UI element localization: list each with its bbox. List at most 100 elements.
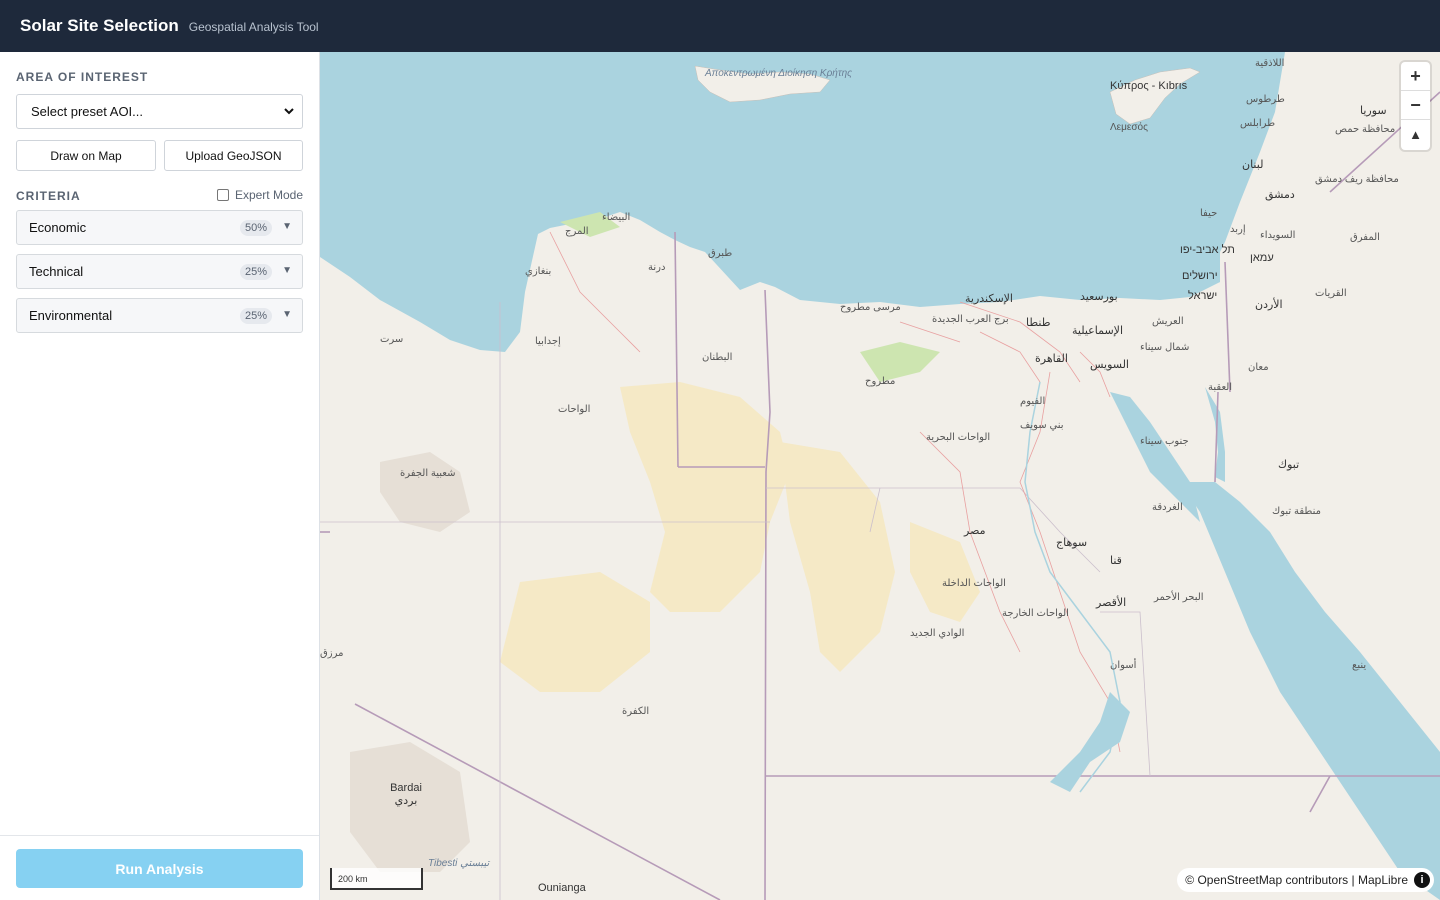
- desert-area: [620, 382, 790, 612]
- map-label: طرطوس: [1246, 94, 1285, 105]
- map-label: الواحات الخارجة: [1002, 608, 1069, 619]
- compass-icon[interactable]: ▲: [1401, 120, 1430, 149]
- app-subtitle: Geospatial Analysis Tool: [188, 20, 319, 34]
- map-zoom-controls: + − ▲: [1401, 62, 1430, 150]
- map-label: ينبع: [1352, 660, 1367, 671]
- map-label: جنوب سيناء: [1140, 436, 1189, 447]
- map-label: الواحات: [558, 404, 591, 415]
- map-label: المرج: [565, 226, 589, 237]
- map-label: درنة: [648, 262, 666, 273]
- run-analysis-button[interactable]: Run Analysis: [16, 849, 303, 888]
- criteria-name: Environmental: [29, 308, 113, 323]
- map-label: القاهرة: [1035, 353, 1068, 365]
- aoi-select-value: Select preset AOI...: [31, 104, 143, 119]
- expert-mode-checkbox[interactable]: [216, 189, 229, 201]
- map-label: الإسماعيلية: [1072, 325, 1123, 337]
- upload-geojson-button[interactable]: Upload GeoJSON: [164, 140, 303, 171]
- map-label: طبرق: [708, 248, 733, 259]
- map-label: البحر الأحمر: [1154, 592, 1204, 603]
- desert-area: [780, 442, 895, 672]
- map-label: الواحات البحرية: [926, 432, 991, 443]
- map-scale-bar: 200 km: [330, 868, 423, 890]
- criteria-economic[interactable]: Economic 50% ▼: [16, 210, 303, 245]
- desert-area: [910, 522, 980, 622]
- map-label: الأقصر: [1096, 597, 1127, 609]
- map-label: Κύπρος - Kıbrıs: [1110, 80, 1188, 92]
- criteria-section-label: CRITERIA: [16, 189, 81, 203]
- map-label: برج العرب الجديدة: [932, 314, 1009, 325]
- map-label: الغردقة: [1152, 502, 1183, 513]
- map-label: السويداء: [1260, 230, 1296, 241]
- map-label: المفرق: [1350, 232, 1380, 243]
- attribution-text[interactable]: © OpenStreetMap contributors | MapLibre: [1185, 873, 1408, 887]
- map-label: محافظة حمص: [1335, 124, 1396, 135]
- map-label: الواحات الداخلة: [942, 578, 1006, 589]
- map-label: الإسكندرية: [965, 293, 1013, 305]
- app-header: Solar Site Selection Geospatial Analysis…: [0, 0, 1440, 52]
- map-label: ישראל: [1188, 290, 1218, 302]
- map-label: شعبية الجفرة: [400, 468, 456, 479]
- map-label: עמאן: [1250, 252, 1274, 264]
- sidebar: AREA OF INTEREST Select preset AOI... Dr…: [0, 52, 320, 900]
- expert-mode-label: Expert Mode: [234, 188, 303, 202]
- weight-badge: 50%: [239, 220, 272, 236]
- highland-area: [350, 742, 470, 872]
- map-label: العريش: [1152, 316, 1184, 327]
- lake-nasser: [1050, 692, 1130, 792]
- map-label: الكفرة: [622, 706, 650, 717]
- sidebar-divider: [0, 835, 319, 836]
- map-label: بنغازي: [525, 266, 552, 277]
- map-label: Tibesti تيبستي: [428, 858, 490, 869]
- map-label: لبنان: [1242, 159, 1264, 171]
- zoom-in-button[interactable]: +: [1401, 62, 1430, 91]
- criteria-name: Technical: [29, 264, 84, 279]
- weight-badge: 25%: [239, 264, 272, 280]
- map-label: منطقة تبوك: [1272, 506, 1321, 517]
- map-label: السويس: [1090, 359, 1129, 371]
- expand-arrow-icon[interactable]: ▼: [282, 309, 292, 320]
- map-label: ירושלים: [1182, 270, 1218, 282]
- criteria-environmental[interactable]: Environmental 25% ▼: [16, 298, 303, 333]
- map-label: بورسعيد: [1080, 291, 1118, 303]
- zoom-out-button[interactable]: −: [1401, 91, 1430, 120]
- map-label: حيفا: [1200, 208, 1218, 219]
- map-label: سوهاج: [1056, 537, 1088, 549]
- map-label: Λεμεσός: [1110, 122, 1148, 133]
- criteria-technical[interactable]: Technical 25% ▼: [16, 254, 303, 289]
- map-label: إجدابيا: [535, 336, 561, 347]
- map-label: قنا: [1110, 555, 1122, 567]
- expert-mode-toggle[interactable]: Expert Mode: [216, 188, 303, 202]
- weight-badge: 25%: [239, 308, 272, 324]
- map-label: الأردن: [1255, 299, 1283, 311]
- draw-on-map-button[interactable]: Draw on Map: [16, 140, 156, 171]
- map-label: مطروح: [865, 376, 896, 387]
- map-label: البطنان: [702, 352, 733, 363]
- expand-arrow-icon[interactable]: ▼: [282, 265, 292, 276]
- map-label: دمشق: [1265, 189, 1295, 201]
- map-label: مرزق: [320, 648, 344, 659]
- criteria-name: Economic: [29, 220, 87, 235]
- map-canvas[interactable]: Αποκεντρωμένη Διοίκηση Κρήτης Κύπρος - K…: [320, 52, 1440, 900]
- aoi-section-label: AREA OF INTEREST: [16, 70, 149, 84]
- chevron-down-icon: [284, 108, 294, 115]
- app-title: Solar Site Selection: [20, 16, 179, 35]
- map-label: تبوك: [1278, 459, 1300, 471]
- aoi-select[interactable]: Select preset AOI...: [16, 94, 303, 129]
- map-label: شمال سيناء: [1140, 342, 1190, 353]
- map-label: Ounianga: [538, 882, 586, 894]
- red-sea: [1180, 482, 1440, 900]
- map-label: سوريا: [1360, 105, 1387, 117]
- info-icon[interactable]: i: [1414, 872, 1430, 888]
- map-label: سرت: [380, 334, 404, 345]
- map-label: مرسى مطروح: [840, 302, 901, 313]
- map-label: طنطا: [1026, 317, 1051, 329]
- map-label: معان: [1248, 362, 1269, 373]
- map-basemap: [320, 52, 1440, 900]
- map-label: Αποκεντρωμένη Διοίκηση Κρήτης: [705, 68, 853, 79]
- map-label: بني سويف: [1020, 420, 1064, 431]
- map-label: مصر: [964, 525, 986, 537]
- expand-arrow-icon[interactable]: ▼: [282, 221, 292, 232]
- map-label: البيضاء: [602, 212, 631, 223]
- map-label: القريات: [1315, 288, 1347, 299]
- map-label: الفيوم: [1020, 396, 1046, 407]
